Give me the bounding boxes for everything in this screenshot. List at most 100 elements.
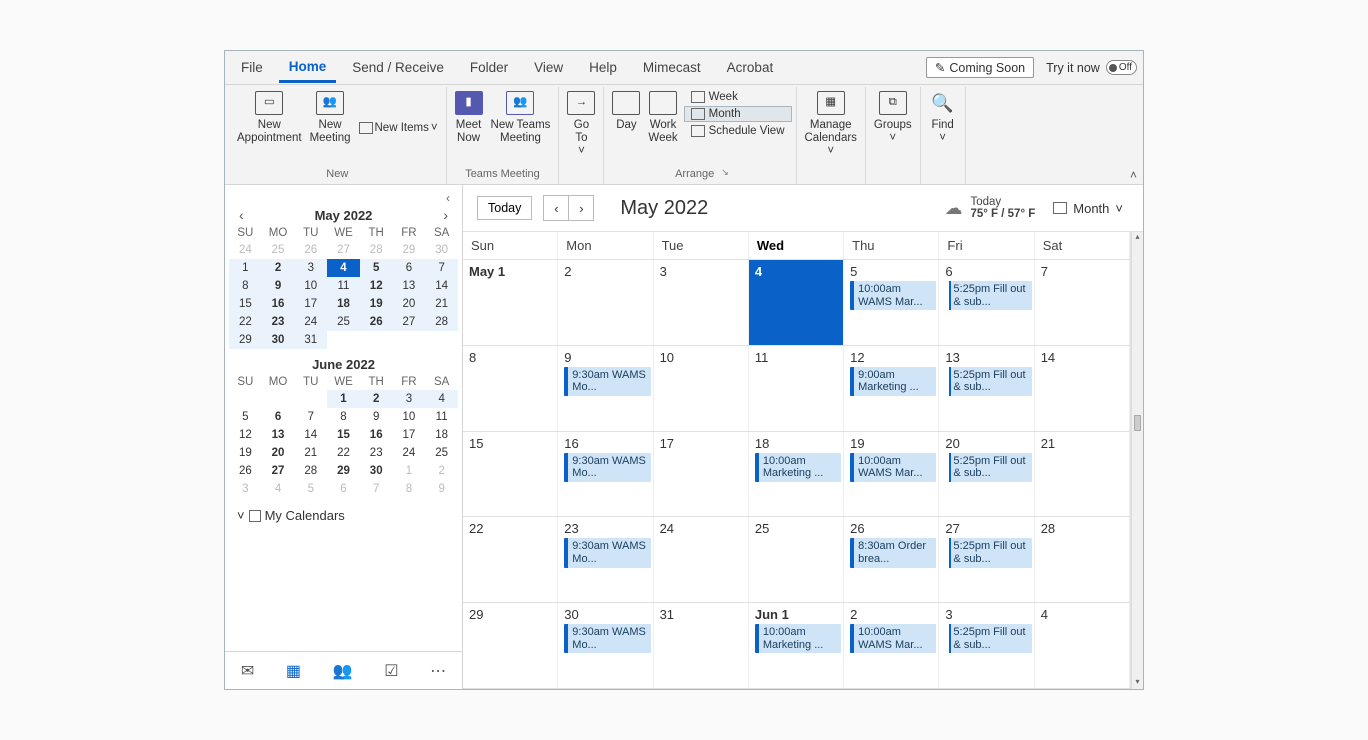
mini-day[interactable]: 29 — [327, 462, 360, 480]
mini-day[interactable]: 10 — [393, 408, 426, 426]
grid-cell[interactable]: 129:00am Marketing ... — [844, 346, 939, 431]
grid-cell[interactable]: 17 — [654, 432, 749, 517]
mini-day[interactable]: 11 — [425, 408, 458, 426]
grid-cell[interactable]: 309:30am WAMS Mo... — [558, 603, 653, 688]
day-view-button[interactable]: Day — [608, 89, 644, 134]
scroll-up-button[interactable]: ▴ — [1132, 232, 1143, 244]
mini-day[interactable]: 29 — [229, 331, 262, 349]
mini-day[interactable]: 19 — [360, 295, 393, 313]
grid-cell[interactable]: May 1 — [463, 260, 558, 345]
mini-day[interactable]: 29 — [393, 241, 426, 259]
mini-day[interactable]: 26 — [360, 313, 393, 331]
calendar-event[interactable]: 5:25pm Fill out & sub... — [945, 538, 1031, 567]
tasks-nav-icon[interactable]: ☑ — [378, 657, 404, 685]
mini-day[interactable]: 6 — [327, 480, 360, 498]
mini-day[interactable]: 27 — [327, 241, 360, 259]
find-button[interactable]: 🔍 Find ˅ — [925, 89, 961, 147]
next-period-button[interactable]: › — [568, 195, 594, 221]
mini-day[interactable]: 18 — [327, 295, 360, 313]
scroll-handle[interactable] — [1134, 415, 1141, 431]
grid-cell[interactable]: 25 — [749, 517, 844, 602]
mini-day[interactable]: 12 — [229, 426, 262, 444]
mini-day[interactable]: 24 — [294, 313, 327, 331]
weather-widget[interactable]: ☁ Today 75° F / 57° F — [944, 196, 1035, 220]
mini-day[interactable]: 13 — [393, 277, 426, 295]
mini-day[interactable]: 2 — [360, 390, 393, 408]
mini-day[interactable]: 27 — [262, 462, 295, 480]
mini-day[interactable]: 7 — [360, 480, 393, 498]
tab-home[interactable]: Home — [279, 53, 337, 83]
mini-day[interactable]: 25 — [327, 313, 360, 331]
vertical-scrollbar[interactable]: ▴ ▾ — [1131, 232, 1143, 689]
mini-day[interactable]: 12 — [360, 277, 393, 295]
manage-calendars-button[interactable]: ▦ Manage Calendars ˅ — [801, 89, 861, 161]
coming-soon-button[interactable]: ✎ Coming Soon — [926, 57, 1034, 78]
mini-day[interactable]: 4 — [425, 390, 458, 408]
grid-cell[interactable]: 268:30am Order brea... — [844, 517, 939, 602]
mini-day[interactable]: 1 — [229, 259, 262, 277]
week-view-button[interactable]: Week — [684, 89, 792, 105]
calendar-event[interactable]: 10:00am Marketing ... — [755, 453, 841, 482]
mini-day[interactable] — [262, 390, 295, 408]
grid-cell[interactable]: 1910:00am WAMS Mar... — [844, 432, 939, 517]
mini-day[interactable]: 26 — [294, 241, 327, 259]
grid-cell[interactable]: 14 — [1035, 346, 1130, 431]
mini-day[interactable]: 15 — [327, 426, 360, 444]
people-nav-icon[interactable]: 👥 — [327, 657, 359, 685]
mini-day[interactable]: 23 — [360, 444, 393, 462]
try-it-toggle[interactable]: Off — [1106, 60, 1137, 75]
mini-day[interactable]: 20 — [393, 295, 426, 313]
grid-cell[interactable]: 24 — [654, 517, 749, 602]
work-week-view-button[interactable]: Work Week — [644, 89, 681, 147]
grid-cell[interactable]: 205:25pm Fill out & sub... — [939, 432, 1034, 517]
mini-day[interactable] — [294, 390, 327, 408]
mini-day[interactable]: 3 — [393, 390, 426, 408]
mini-day[interactable]: 1 — [327, 390, 360, 408]
mini-day[interactable]: 14 — [425, 277, 458, 295]
mini-day[interactable]: 25 — [425, 444, 458, 462]
mini-day[interactable]: 25 — [262, 241, 295, 259]
grid-cell[interactable]: 31 — [654, 603, 749, 688]
grid-cell[interactable]: 8 — [463, 346, 558, 431]
mini-day[interactable]: 6 — [393, 259, 426, 277]
mini-day[interactable]: 2 — [425, 462, 458, 480]
grid-cell[interactable]: Jun 110:00am Marketing ... — [749, 603, 844, 688]
mini-day[interactable]: 21 — [425, 295, 458, 313]
tab-send-receive[interactable]: Send / Receive — [342, 54, 454, 81]
grid-cell[interactable]: 239:30am WAMS Mo... — [558, 517, 653, 602]
calendar-event[interactable]: 5:25pm Fill out & sub... — [945, 281, 1031, 310]
mini-day[interactable]: 13 — [262, 426, 295, 444]
mini-day[interactable] — [229, 390, 262, 408]
new-appointment-button[interactable]: ▭ New Appointment — [233, 89, 306, 147]
mini-day[interactable]: 22 — [327, 444, 360, 462]
mini-day[interactable]: 27 — [393, 313, 426, 331]
grid-cell[interactable]: 3 — [654, 260, 749, 345]
calendar-event[interactable]: 5:25pm Fill out & sub... — [945, 453, 1031, 482]
grid-cell[interactable]: 15 — [463, 432, 558, 517]
mini-day[interactable]: 30 — [262, 331, 295, 349]
mini-day[interactable]: 2 — [262, 259, 295, 277]
meet-now-button[interactable]: ▮ Meet Now — [451, 89, 487, 147]
mini-day[interactable]: 16 — [262, 295, 295, 313]
mini-day[interactable]: 31 — [294, 331, 327, 349]
calendar-event[interactable]: 8:30am Order brea... — [850, 538, 936, 567]
mini-day[interactable]: 26 — [229, 462, 262, 480]
mini-day[interactable]: 8 — [393, 480, 426, 498]
goto-button[interactable]: → Go To ˅ — [563, 89, 599, 161]
calendar-event[interactable]: 9:30am WAMS Mo... — [564, 453, 650, 482]
month-view-button[interactable]: Month — [684, 106, 792, 122]
grid-cell[interactable]: 21 — [1035, 432, 1130, 517]
groups-button[interactable]: ⧉ Groups ˅ — [870, 89, 916, 147]
calendar-event[interactable]: 9:30am WAMS Mo... — [564, 367, 650, 396]
mini-day[interactable]: 8 — [229, 277, 262, 295]
more-nav-icon[interactable]: ⋯ — [424, 657, 452, 685]
mini-cal-next[interactable]: › — [439, 207, 452, 223]
mini-day[interactable]: 28 — [425, 313, 458, 331]
mini-day[interactable]: 24 — [393, 444, 426, 462]
grid-cell[interactable]: 275:25pm Fill out & sub... — [939, 517, 1034, 602]
tab-acrobat[interactable]: Acrobat — [717, 54, 784, 81]
mini-day[interactable]: 5 — [360, 259, 393, 277]
mini-day[interactable]: 5 — [229, 408, 262, 426]
mini-day[interactable]: 3 — [229, 480, 262, 498]
calendar-event[interactable]: 9:00am Marketing ... — [850, 367, 936, 396]
